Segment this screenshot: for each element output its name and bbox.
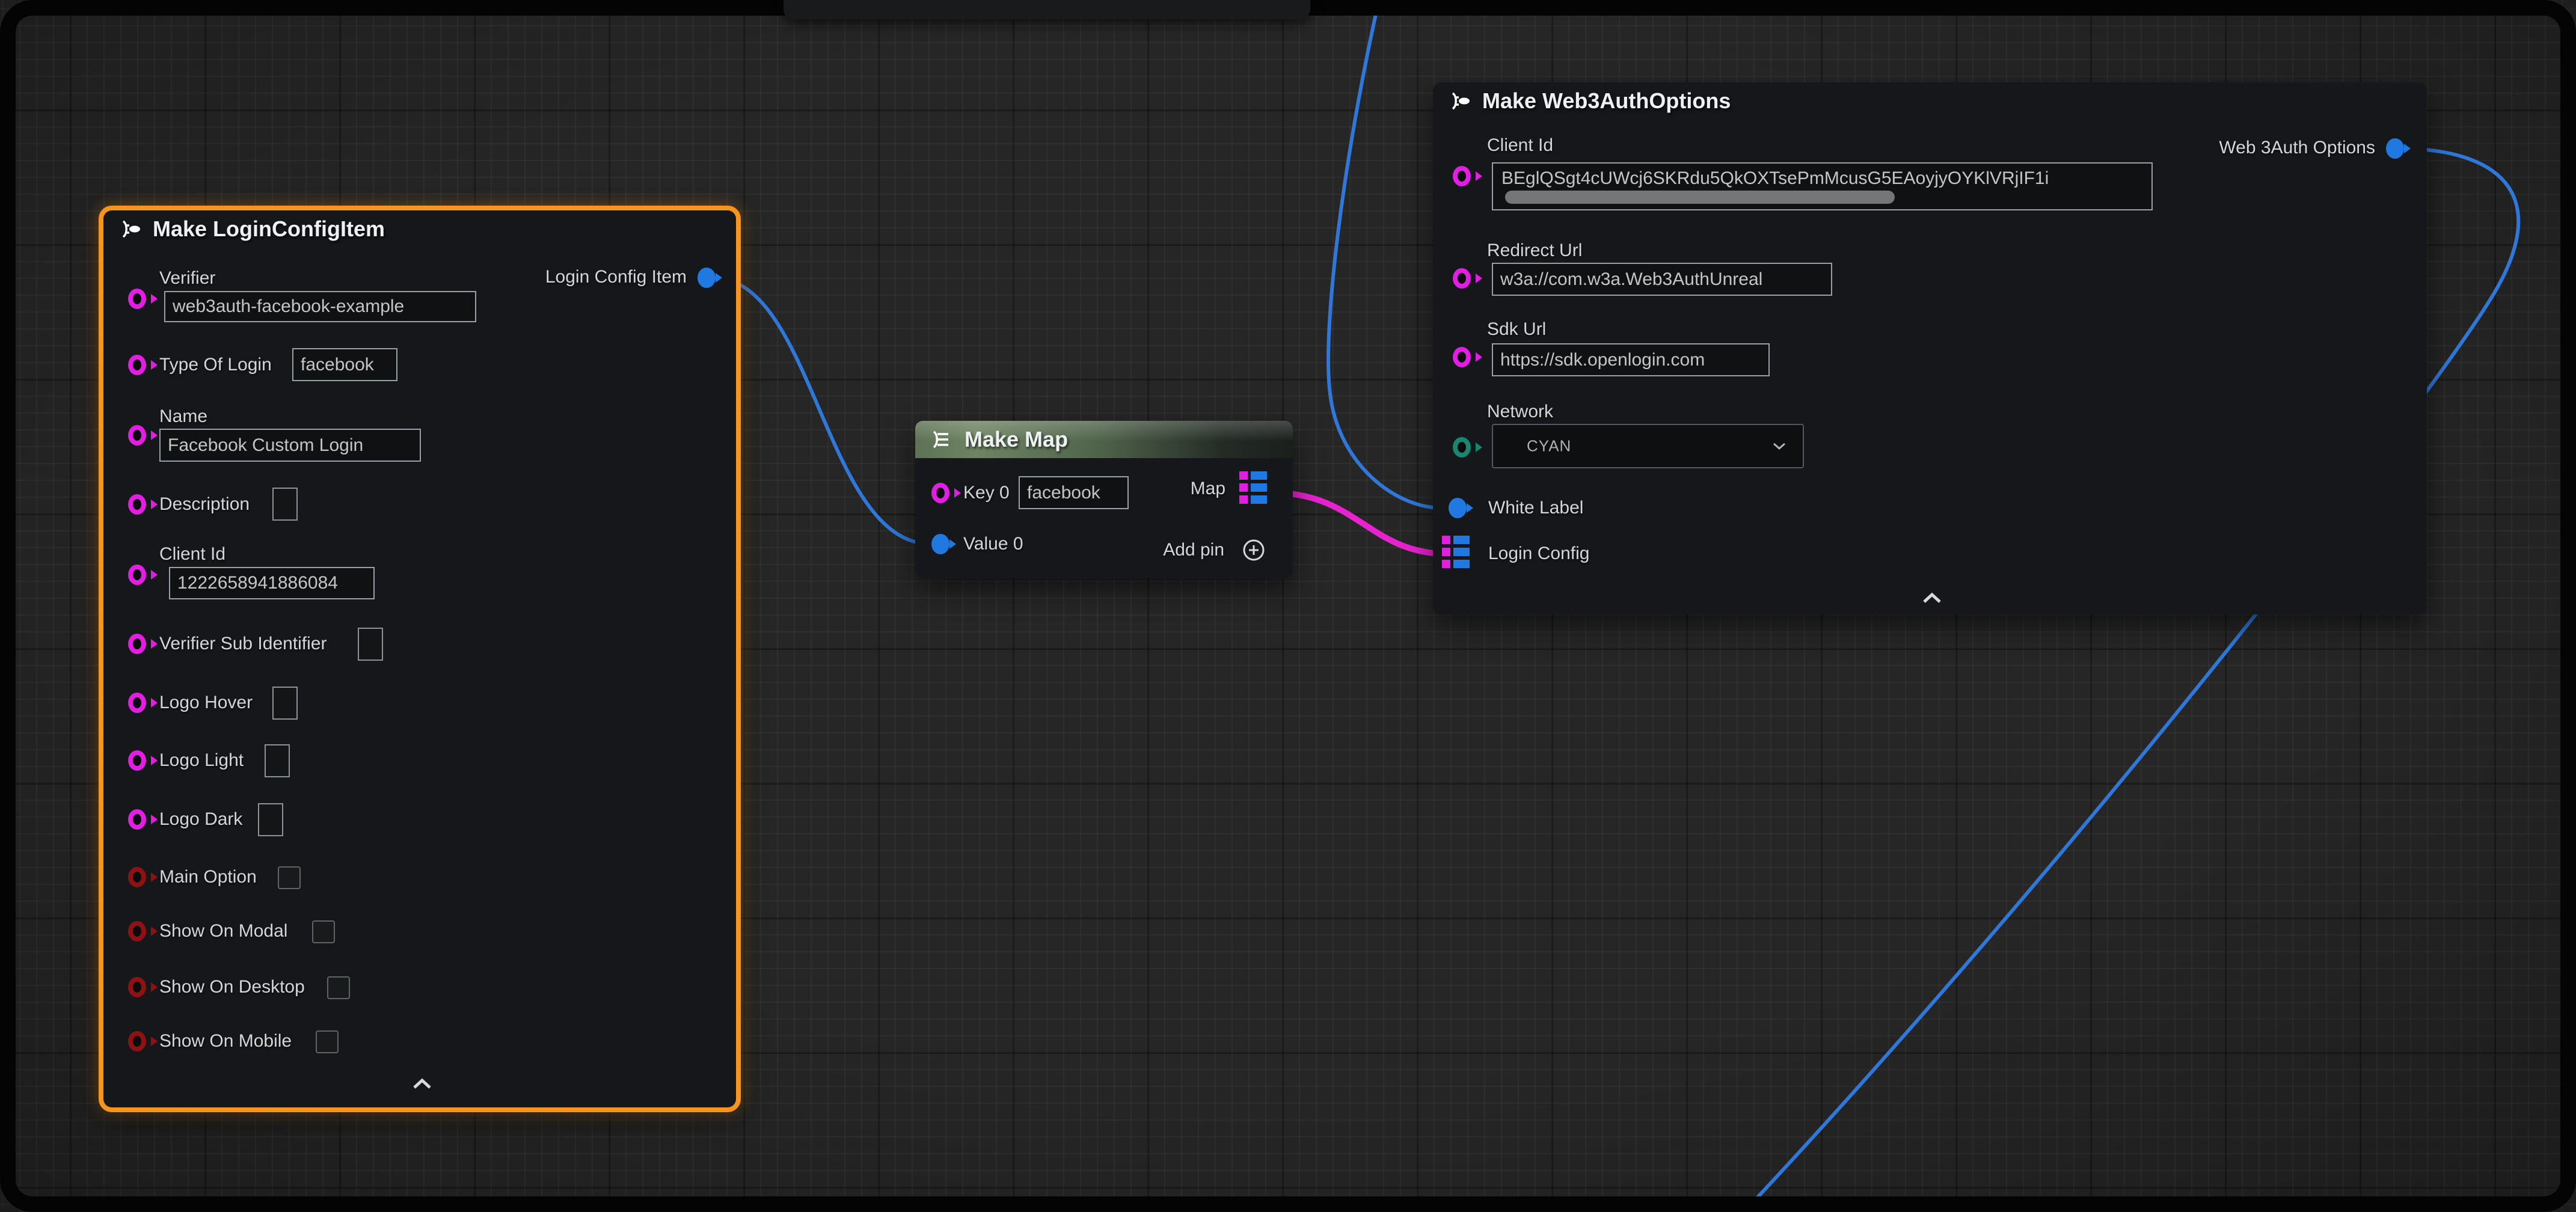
- offscreen-node-bottom[interactable]: [784, 0, 1310, 19]
- output-pin-label: Web 3Auth Options: [2219, 138, 2375, 158]
- redirect-url-label: Redirect Url: [1487, 240, 1582, 261]
- key0-pin[interactable]: [931, 483, 949, 503]
- web3auth-options-output-pin[interactable]: [2386, 138, 2404, 159]
- logo-dark-pin[interactable]: [128, 809, 146, 830]
- verifier-sub-identifier-pin[interactable]: [128, 634, 146, 654]
- show-on-desktop-checkbox[interactable]: [327, 976, 350, 999]
- node-title: Make LoginConfigItem: [153, 216, 385, 242]
- node-header[interactable]: Make Map: [915, 421, 1293, 458]
- show-on-desktop-label: Show On Desktop: [159, 977, 305, 997]
- blueprint-editor: Make LoginConfigItem Login Config Item V…: [0, 0, 2576, 1212]
- type-of-login-pin[interactable]: [128, 355, 146, 375]
- description-pin[interactable]: [128, 494, 146, 515]
- logo-dark-label: Logo Dark: [159, 809, 242, 830]
- logo-light-label: Logo Light: [159, 750, 244, 771]
- login-config-item-output-pin[interactable]: [698, 268, 716, 288]
- sdk-url-pin[interactable]: [1453, 347, 1471, 367]
- sdk-url-label: Sdk Url: [1487, 319, 1546, 340]
- verifier-sub-identifier-label: Verifier Sub Identifier: [159, 634, 327, 654]
- sdk-url-input[interactable]: https://sdk.openlogin.com: [1492, 343, 1770, 376]
- main-option-label: Main Option: [159, 867, 257, 887]
- client-id-label: Client Id: [159, 544, 225, 565]
- show-on-desktop-pin[interactable]: [128, 977, 146, 997]
- add-pin-icon[interactable]: [1241, 537, 1266, 563]
- logo-hover-label: Logo Hover: [159, 693, 253, 713]
- name-input[interactable]: Facebook Custom Login: [159, 429, 421, 462]
- white-label-label: White Label: [1488, 498, 1583, 518]
- add-pin-label[interactable]: Add pin: [1163, 540, 1224, 560]
- horizontal-scrollbar[interactable]: [1505, 191, 1895, 204]
- verifier-sub-identifier-input[interactable]: [358, 628, 383, 661]
- redirect-url-input[interactable]: w3a://com.w3a.Web3AuthUnreal: [1492, 263, 1832, 296]
- map-output-pin[interactable]: [1239, 471, 1267, 504]
- logo-light-input[interactable]: [265, 744, 290, 777]
- make-map-icon: [928, 426, 955, 453]
- node-make-web3authoptions[interactable]: Make Web3AuthOptions Web 3Auth Options C…: [1433, 82, 2427, 614]
- name-label: Name: [159, 406, 207, 427]
- show-on-mobile-label: Show On Mobile: [159, 1031, 292, 1051]
- node-header[interactable]: Make LoginConfigItem: [103, 210, 736, 248]
- logo-light-pin[interactable]: [128, 750, 146, 771]
- show-on-modal-pin[interactable]: [128, 921, 146, 941]
- white-label-pin[interactable]: [1449, 498, 1467, 518]
- node-make-map[interactable]: Make Map Key 0 facebook Map Value 0 Add …: [915, 421, 1293, 578]
- value0-label: Value 0: [963, 534, 1023, 554]
- node-title: Make Map: [964, 427, 1068, 452]
- network-label: Network: [1487, 402, 1553, 422]
- client-id-label: Client Id: [1487, 135, 1553, 156]
- collapse-chevron-icon[interactable]: [407, 1076, 437, 1092]
- client-id-pin[interactable]: [128, 565, 146, 585]
- description-label: Description: [159, 494, 250, 515]
- logo-hover-input[interactable]: [272, 687, 298, 720]
- main-option-pin[interactable]: [128, 867, 146, 887]
- verifier-input[interactable]: web3auth-facebook-example: [164, 291, 476, 322]
- main-option-checkbox[interactable]: [278, 866, 301, 889]
- verifier-pin[interactable]: [128, 289, 146, 309]
- output-pin-label: Login Config Item: [545, 267, 687, 287]
- node-header[interactable]: Make Web3AuthOptions: [1433, 82, 2427, 120]
- description-input[interactable]: [272, 488, 298, 521]
- redirect-url-pin[interactable]: [1453, 268, 1471, 289]
- make-struct-icon: [1446, 88, 1473, 114]
- name-pin[interactable]: [128, 425, 146, 445]
- wire-map-to-loginconfig[interactable]: [1277, 493, 1443, 554]
- chevron-down-icon: [1771, 442, 1787, 450]
- node-title: Make Web3AuthOptions: [1482, 88, 1731, 114]
- make-struct-icon: [117, 216, 143, 242]
- login-config-pin[interactable]: [1442, 536, 1470, 568]
- show-on-modal-checkbox[interactable]: [312, 920, 335, 943]
- key0-input[interactable]: facebook: [1019, 476, 1129, 509]
- key0-label: Key 0: [963, 483, 1010, 503]
- map-output-label: Map: [1191, 479, 1225, 499]
- show-on-mobile-pin[interactable]: [128, 1031, 146, 1051]
- wire-loginconfigitem-to-value0[interactable]: [716, 278, 931, 544]
- collapse-chevron-icon[interactable]: [1917, 590, 1947, 606]
- logo-hover-pin[interactable]: [128, 693, 146, 713]
- client-id-pin[interactable]: [1453, 166, 1471, 186]
- show-on-modal-label: Show On Modal: [159, 921, 287, 941]
- node-make-loginconfigitem[interactable]: Make LoginConfigItem Login Config Item V…: [103, 210, 736, 1107]
- client-id-input[interactable]: BEglQSgt4cUWcj6SKRdu5QkOXTsePmMcusG5EAoy…: [1492, 162, 2153, 210]
- logo-dark-input[interactable]: [258, 803, 283, 836]
- network-pin[interactable]: [1453, 437, 1471, 458]
- client-id-input[interactable]: 1222658941886084: [169, 567, 375, 599]
- show-on-mobile-checkbox[interactable]: [316, 1030, 339, 1053]
- verifier-label: Verifier: [159, 268, 215, 289]
- value0-pin[interactable]: [931, 534, 949, 554]
- network-dropdown[interactable]: CYAN: [1492, 424, 1804, 468]
- wire-top-to-whitelabel[interactable]: [1328, 4, 1442, 508]
- login-config-label: Login Config: [1488, 543, 1589, 564]
- type-of-login-input[interactable]: facebook: [292, 348, 397, 381]
- type-of-login-label: Type Of Login: [159, 355, 272, 375]
